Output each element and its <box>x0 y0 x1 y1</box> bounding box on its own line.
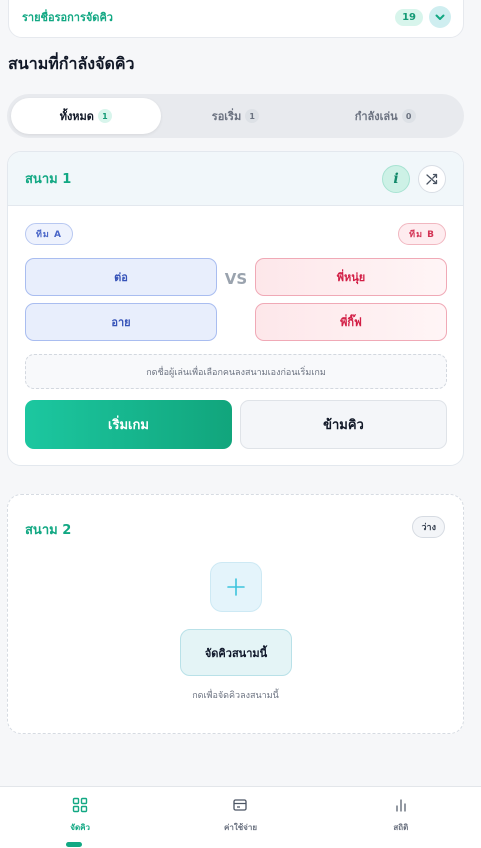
court-card-2: สนาม 2 ว่าง จัดคิวสนามนี้ กดเพื่อจัดคิวล… <box>7 494 464 734</box>
tab-waiting[interactable]: รอเริ่ม 1 <box>161 98 311 134</box>
court-card-1: สนาม 1 i ทีม A ทีม B ต่อ อาย VS พี่หนุ่ย… <box>7 151 464 466</box>
team-a-player-1[interactable]: ต่อ <box>25 258 217 296</box>
nav-item-expenses[interactable]: ค่าใช้จ่าย <box>160 787 320 848</box>
tab-playing[interactable]: กำลังเล่น 0 <box>310 98 460 134</box>
status-badge: ว่าง <box>412 516 445 538</box>
court-1-name: สนาม 1 <box>25 172 72 187</box>
team-b-player-1[interactable]: พี่หนุ่ย <box>255 258 447 296</box>
assign-court-hint: กดเพื่อจัดคิวลงสนามนี้ <box>192 691 279 701</box>
vs-label: VS <box>224 270 248 288</box>
nav-item-stats-label: สถิติ <box>393 823 409 832</box>
waiting-count-badge: 19 <box>395 8 423 26</box>
plus-icon[interactable] <box>210 562 262 612</box>
start-game-button[interactable]: เริ่มเกม <box>25 400 232 449</box>
tab-playing-label: กำลังเล่น <box>354 110 398 123</box>
waiting-queue-title: รายชื่อรอการจัดคิว <box>22 11 113 24</box>
tab-waiting-label: รอเริ่ม <box>211 110 242 123</box>
team-b-player-2[interactable]: พี่กิ๊ฟ <box>255 303 447 341</box>
tab-all[interactable]: ทั้งหมด 1 <box>11 98 161 134</box>
chevron-down-icon[interactable] <box>429 6 451 28</box>
manual-select-hint: กดชื่อผู้เล่นเพื่อเลือกคนลงสนามเองก่อนเร… <box>25 354 447 389</box>
tab-playing-count: 0 <box>401 109 416 123</box>
tab-all-label: ทั้งหมด <box>59 110 94 123</box>
nav-item-queue[interactable]: จัดคิว <box>0 787 160 848</box>
team-a-player-2[interactable]: อาย <box>25 303 217 341</box>
team-a-label: ทีม A <box>25 223 73 245</box>
court-2-name: สนาม 2 <box>25 523 72 538</box>
assign-court-button[interactable]: จัดคิวสนามนี้ <box>180 629 292 676</box>
wallet-icon <box>232 797 248 815</box>
skip-queue-button[interactable]: ข้ามคิว <box>240 400 447 449</box>
court-1-actions: i <box>382 164 446 193</box>
section-title: สนามที่กำลังจัดคิว <box>8 54 135 73</box>
bar-chart-icon <box>393 797 409 815</box>
court-1-header: สนาม 1 i <box>8 152 463 206</box>
grid-icon <box>72 797 88 815</box>
nav-item-expenses-label: ค่าใช้จ่าย <box>223 823 258 832</box>
shuffle-icon[interactable] <box>418 164 446 193</box>
status-tabs: ทั้งหมด 1 รอเริ่ม 1 กำลังเล่น 0 <box>7 94 464 138</box>
team-b-label: ทีม B <box>398 223 446 245</box>
tab-waiting-count: 1 <box>245 109 260 123</box>
info-icon[interactable]: i <box>382 164 410 193</box>
active-nav-indicator <box>66 842 82 847</box>
waiting-queue-card[interactable]: รายชื่อรอการจัดคิว 19 <box>8 0 464 38</box>
tab-all-count: 1 <box>97 109 112 123</box>
nav-item-queue-label: จัดคิว <box>70 823 91 832</box>
bottom-nav: จัดคิว ค่าใช้จ่าย สถิติ <box>0 786 481 848</box>
nav-item-stats[interactable]: สถิติ <box>321 787 481 848</box>
waiting-queue-controls: 19 <box>395 6 451 28</box>
